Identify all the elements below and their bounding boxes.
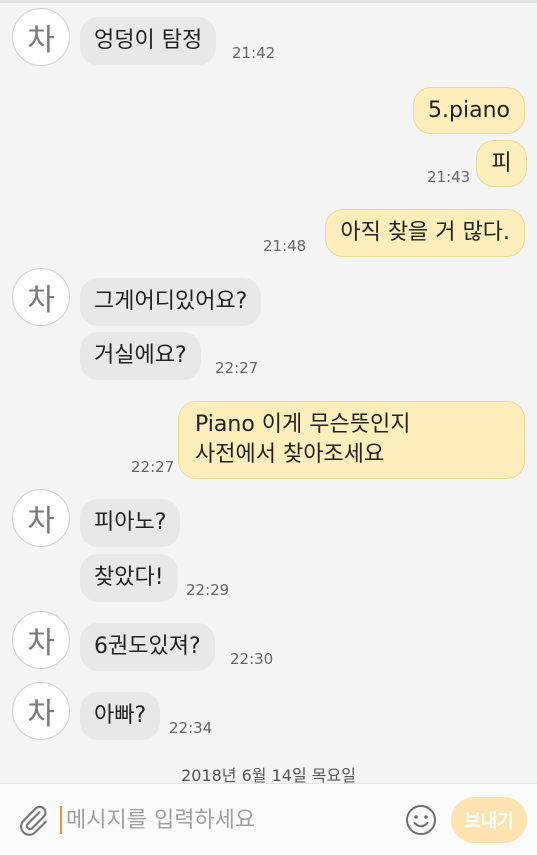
avatar[interactable]: 차 [12,611,70,669]
incoming-message[interactable]: 그게어디있어요? [80,278,262,326]
message-time: 22:27 [215,359,259,377]
outgoing-message[interactable]: Piano 이게 무슨뜻인지 사전에서 찾아조세요 [178,401,525,479]
emoji-icon[interactable] [405,804,437,836]
message-input[interactable] [60,803,396,837]
message-time: 21:43 [427,168,471,186]
top-divider [0,0,537,3]
message-time: 21:48 [263,237,307,255]
incoming-message[interactable]: 피아노? [80,499,181,547]
incoming-message[interactable]: 6권도있져? [80,623,215,671]
message-input-bar: 보내기 [0,783,537,855]
message-time: 22:34 [169,719,213,737]
outgoing-message[interactable]: 피 [476,140,527,187]
outgoing-message[interactable]: 5.piano [413,87,525,134]
outgoing-message[interactable]: 아직 찾을 거 많다. [325,209,525,257]
paperclip-icon[interactable] [16,803,50,837]
avatar[interactable]: 차 [12,8,70,66]
message-time: 22:27 [131,458,175,476]
incoming-message[interactable]: 거실에요? [80,332,201,380]
avatar[interactable]: 차 [12,489,70,547]
incoming-message[interactable]: 아빠? [80,692,161,740]
message-time: 21:42 [232,44,276,62]
incoming-message[interactable]: 엉덩이 탐정 [80,17,217,65]
avatar[interactable]: 차 [12,682,70,740]
avatar[interactable]: 차 [12,268,70,326]
message-time: 22:29 [186,581,230,599]
message-time: 22:30 [230,650,274,668]
send-button[interactable]: 보내기 [451,797,527,843]
incoming-message[interactable]: 찾았다! [80,554,178,602]
